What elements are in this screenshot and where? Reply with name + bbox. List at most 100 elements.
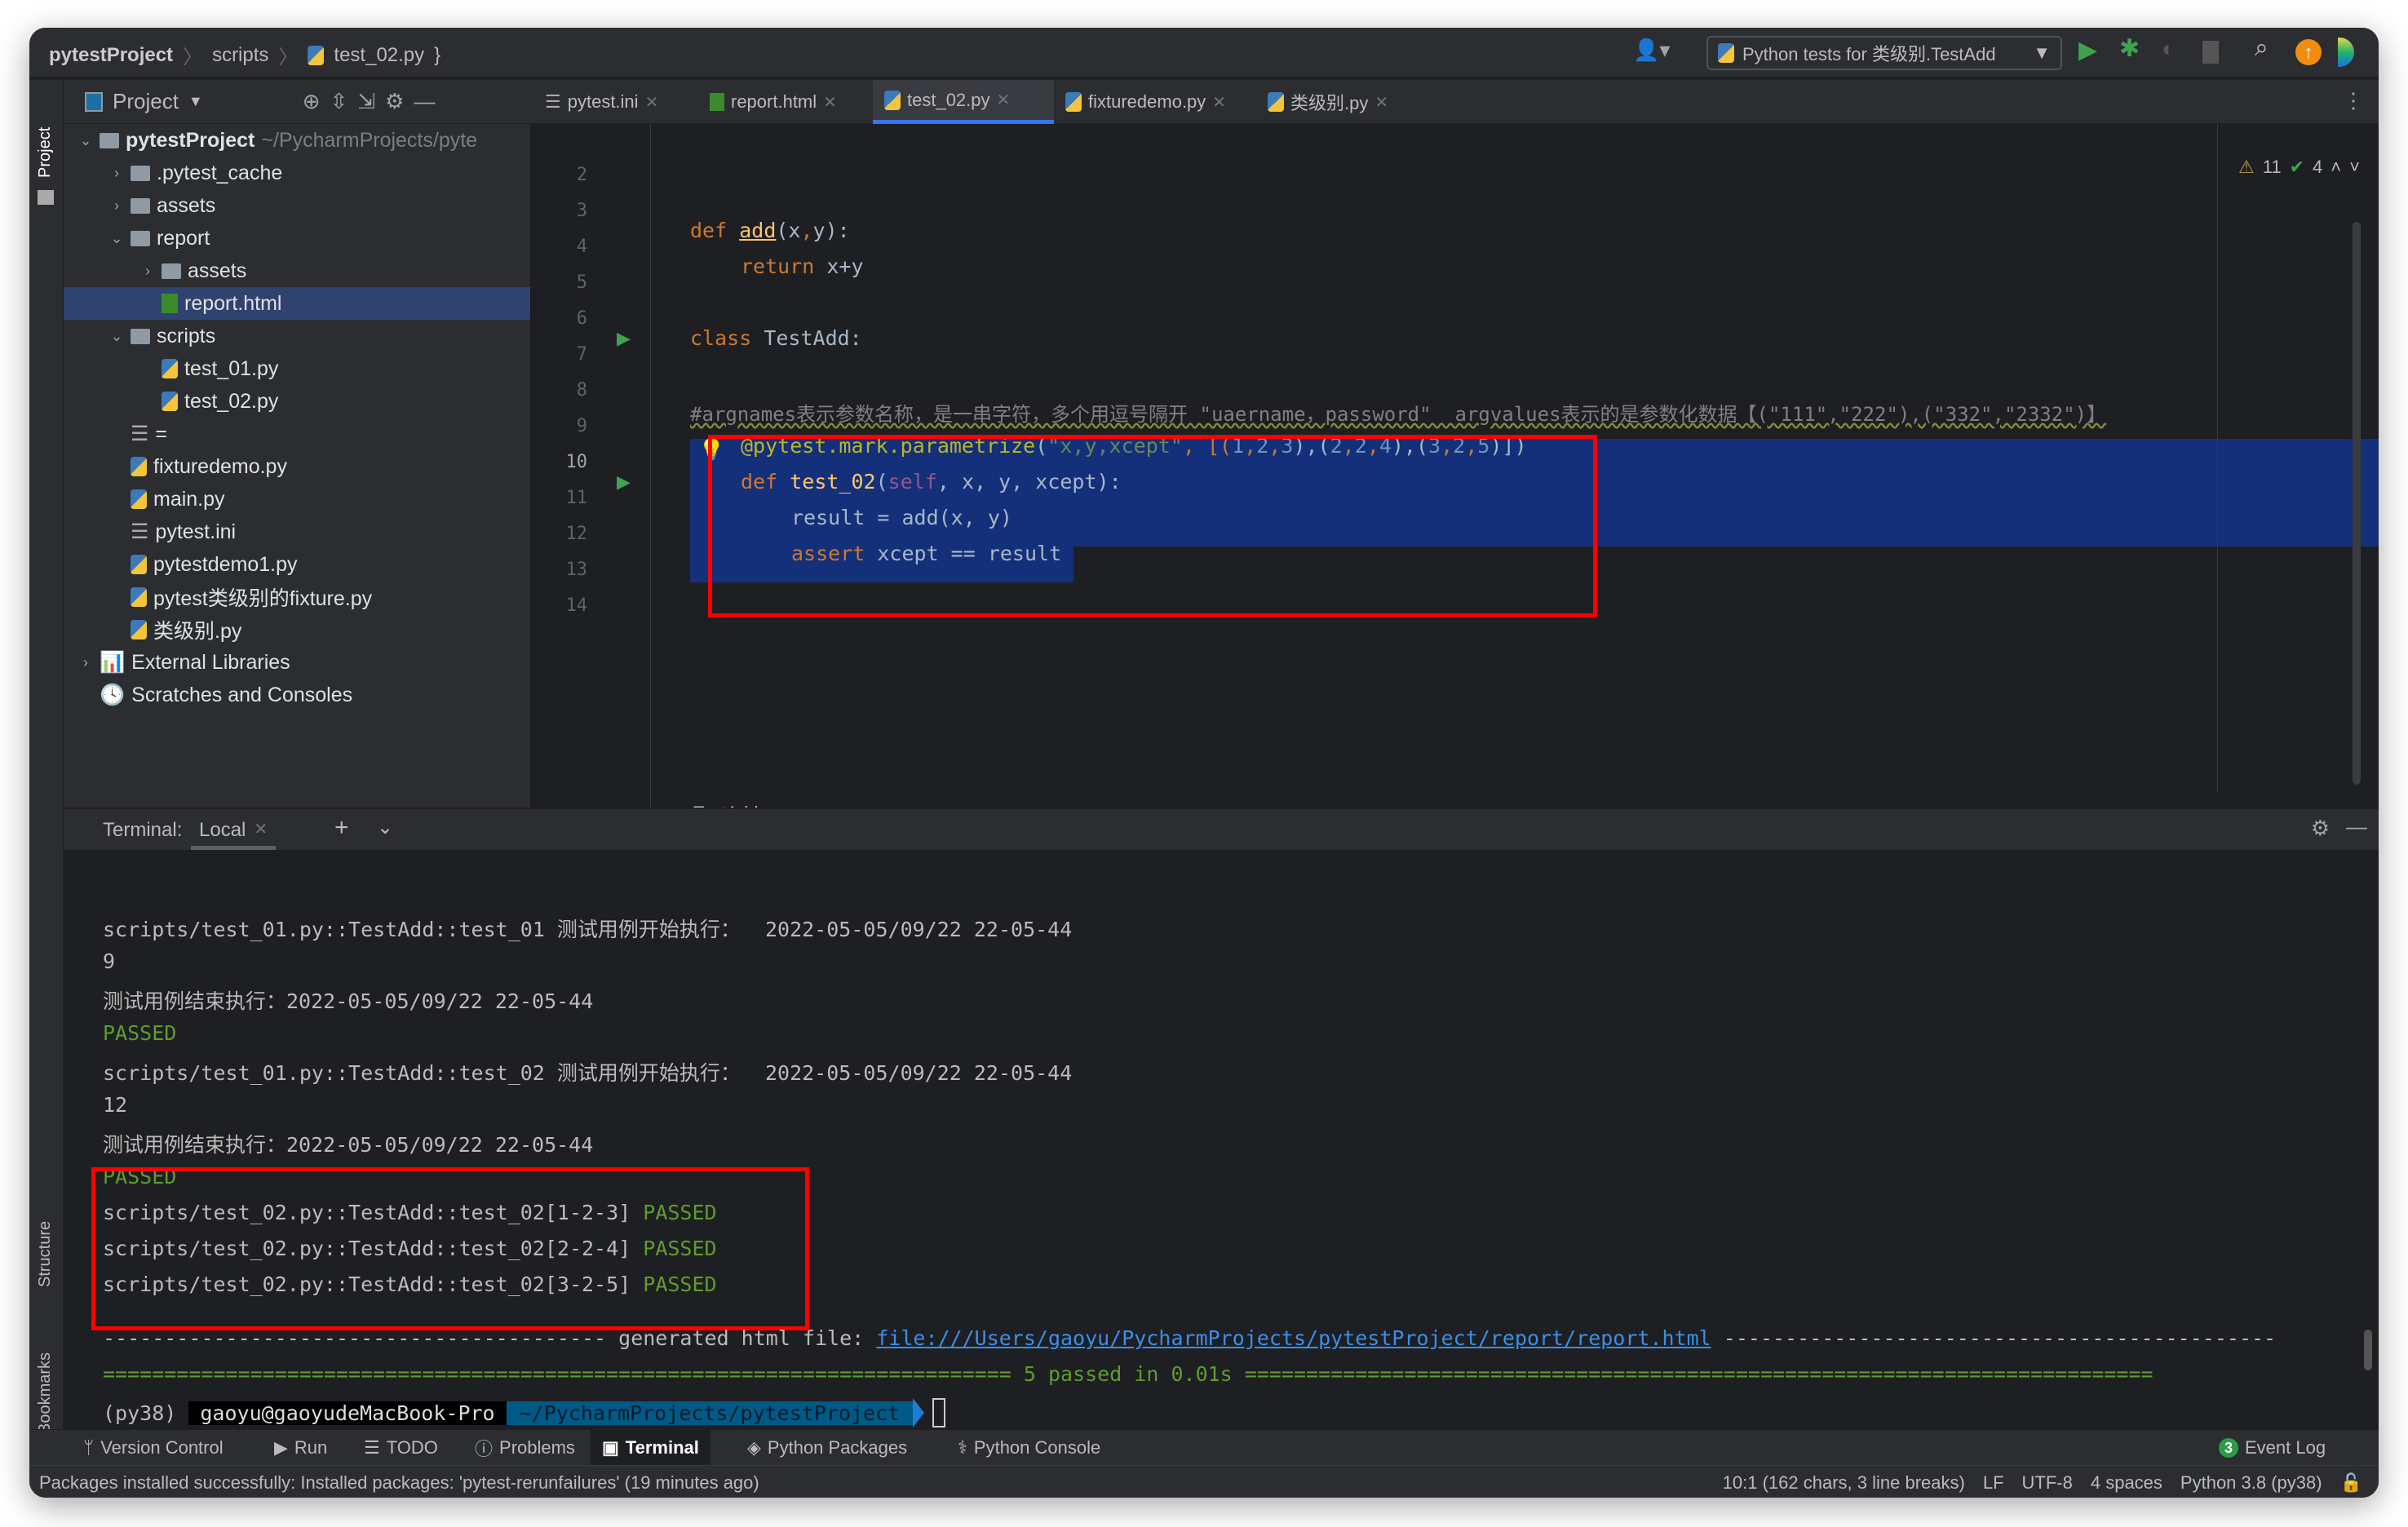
chevron-right-icon[interactable]: › (109, 197, 124, 215)
line-separator[interactable]: LF (1983, 1472, 2004, 1494)
new-terminal-icon[interactable]: + (334, 814, 349, 842)
more-tabs-icon[interactable]: ⋮ (2343, 88, 2364, 113)
locate-icon[interactable]: ⊕ (303, 89, 321, 114)
tree-item[interactable]: 🕓 Scratches and Consoles (64, 679, 530, 711)
tool-label: Python Packages (767, 1437, 908, 1458)
tree-item[interactable]: ☰ pytest.ini (64, 516, 530, 548)
tool-python-console[interactable]: ⚕ Python Console (958, 1430, 1100, 1466)
tab-report-html[interactable]: report.html ✕ (703, 80, 843, 124)
close-icon[interactable]: ✕ (997, 90, 1011, 110)
terminal-panel[interactable]: scripts/test_01.py::TestAdd::test_01 测试用… (64, 808, 2379, 1429)
prompt-arrow (913, 1398, 925, 1427)
chevron-right-icon[interactable]: › (78, 654, 93, 671)
ini-file-icon: ☰ (545, 91, 561, 112)
close-icon[interactable]: ✕ (254, 819, 268, 846)
next-highlight-icon[interactable]: ˅ (2349, 157, 2360, 178)
tree-item[interactable]: report.html (64, 287, 530, 320)
run-gutter-icon[interactable]: ▶ (617, 471, 631, 493)
tab-test-02-py[interactable]: test_02.py ✕ (873, 80, 1054, 124)
status-message[interactable]: Packages installed successfully: Install… (39, 1472, 759, 1494)
bookmarks-tool-tab[interactable]: Bookmarks (36, 1352, 55, 1434)
update-icon[interactable]: ↑ (2295, 39, 2322, 65)
terminal-scrollbar[interactable] (2364, 1330, 2372, 1370)
terminal-tab-local[interactable]: Local ✕ (191, 809, 277, 850)
breadcrumb-folder[interactable]: scripts (212, 44, 268, 67)
python-interpreter[interactable]: Python 3.8 (py38) (2180, 1472, 2322, 1494)
inspections-widget[interactable]: ⚠ 11 ✔ 4 ˄ ˅ (2238, 157, 2360, 178)
structure-tool-tab[interactable]: Structure (36, 1221, 55, 1287)
breadcrumb-project[interactable]: pytestProject (49, 44, 173, 67)
tab-class-level-py[interactable]: 类级别.py ✕ (1261, 80, 1395, 124)
gear-icon[interactable]: ⚙ (2311, 816, 2330, 841)
collapse-all-icon[interactable]: ⇲ (357, 89, 375, 114)
tree-item[interactable]: fixturedemo.py (64, 450, 530, 483)
project-view-selector[interactable]: Project (113, 89, 179, 114)
code-editor[interactable]: 2 3 4 5 6 7 8 9 10 11 12 13 14 def add(x,y): return … (530, 124, 2379, 835)
user-icon[interactable]: 👤▾ (1633, 38, 1670, 63)
tool-run[interactable]: ▶ Run (274, 1430, 327, 1466)
tab-label: Local (199, 819, 246, 841)
tree-item[interactable]: › assets (64, 254, 530, 287)
editor-scrollbar[interactable] (2353, 222, 2361, 785)
project-tool-tab[interactable]: Project (36, 127, 55, 178)
tree-item-label: fixturedemo.py (153, 454, 287, 478)
gear-icon[interactable]: ⚙ (385, 89, 404, 114)
tree-item[interactable]: test_02.py (64, 385, 530, 418)
chevron-down-icon[interactable]: ⌄ (109, 328, 124, 345)
previous-highlight-icon[interactable]: ˄ (2331, 157, 2341, 178)
tree-item[interactable]: › 📊 External Libraries (64, 646, 530, 679)
tree-item[interactable]: › assets (64, 189, 530, 222)
close-icon[interactable]: ✕ (823, 92, 837, 113)
caret-position[interactable]: 10:1 (162 chars, 3 line breaks) (1723, 1472, 1965, 1494)
tree-item[interactable]: main.py (64, 483, 530, 516)
folder-icon (162, 263, 181, 279)
chevron-down-icon[interactable]: ⌄ (377, 816, 393, 839)
project-panel: Project ▼ ⊕ ⇳ ⇲ ⚙ — ⌄ pytestProject ~/Pych… (64, 80, 530, 835)
stop-icon[interactable] (2202, 41, 2219, 64)
tool-todo[interactable]: ☰ TODO (364, 1430, 438, 1466)
tree-item[interactable]: test_01.py (64, 352, 530, 385)
coverage-icon[interactable]: ◐ (2162, 36, 2176, 62)
tool-problems[interactable]: ⓘ Problems (475, 1430, 575, 1466)
chevron-down-icon[interactable]: ⌄ (109, 230, 124, 247)
tree-item[interactable]: ⌄ scripts (64, 320, 530, 352)
tree-item[interactable]: ⌄ report (64, 222, 530, 254)
tree-item[interactable]: pytestdemo1.py (64, 548, 530, 581)
chevron-right-icon[interactable]: › (109, 165, 124, 182)
terminal-label: Terminal: (103, 819, 183, 841)
tree-item[interactable]: ⌄ pytestProject ~/PycharmProjects/pyte (64, 124, 530, 157)
tree-item[interactable]: › .pytest_cache (64, 157, 530, 189)
chevron-down-icon[interactable]: ▼ (188, 93, 203, 110)
search-icon[interactable]: ⌕ (2255, 34, 2269, 62)
tree-item[interactable]: 类级别.py (64, 613, 530, 646)
close-icon[interactable]: ✕ (645, 92, 659, 113)
tab-pytest-ini[interactable]: ☰ pytest.ini ✕ (538, 80, 665, 124)
close-icon[interactable]: ✕ (1212, 92, 1226, 113)
file-encoding[interactable]: UTF-8 (2022, 1472, 2073, 1494)
tab-fixturedemo-py[interactable]: fixturedemo.py ✕ (1059, 80, 1233, 124)
event-log[interactable]: 3 Event Log (2219, 1430, 2326, 1466)
tool-version-control[interactable]: ᛘ Version Control (83, 1430, 224, 1466)
tree-item[interactable]: ☰ = (64, 418, 530, 450)
minimize-icon[interactable]: — (2346, 814, 2367, 839)
minimize-icon[interactable]: — (414, 89, 435, 114)
run-configuration-selector[interactable]: Python tests for 类级别.TestAdd ▼ (1706, 36, 2062, 70)
tool-terminal[interactable]: ▣ Terminal (591, 1430, 710, 1466)
debug-icon[interactable]: ✱ (2119, 34, 2140, 63)
tree-item[interactable]: pytest类级别的fixture.py (64, 581, 530, 613)
indent-setting[interactable]: 4 spaces (2091, 1472, 2162, 1494)
run-icon[interactable]: ▶ (2078, 36, 2097, 64)
jetbrains-logo-icon[interactable] (2338, 38, 2354, 67)
close-icon[interactable]: ✕ (1374, 92, 1388, 113)
run-gutter-icon[interactable]: ▶ (617, 328, 631, 349)
event-count-badge: 3 (2219, 1438, 2238, 1458)
unlock-icon[interactable]: 🔓 (2340, 1472, 2362, 1494)
breadcrumb-file[interactable]: test_02.py (334, 44, 424, 67)
library-icon: 📊 (100, 650, 126, 674)
tool-python-packages[interactable]: ◈ Python Packages (747, 1430, 907, 1466)
chevron-right-icon[interactable]: › (140, 263, 155, 280)
report-link[interactable]: file:///Users/gaoyu/PycharmProjects/pyte… (876, 1326, 1711, 1350)
folder-icon (131, 328, 150, 344)
chevron-down-icon[interactable]: ⌄ (78, 132, 93, 149)
expand-all-icon[interactable]: ⇳ (330, 89, 348, 114)
